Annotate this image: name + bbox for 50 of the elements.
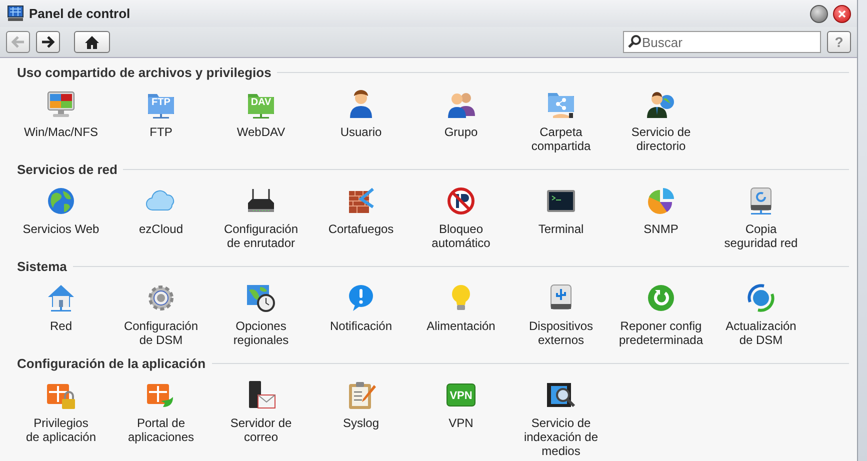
control-panel-item[interactable]: SNMP xyxy=(644,222,678,236)
reset-icon xyxy=(645,282,677,314)
search-icon xyxy=(628,35,641,48)
control-panel-item[interactable]: Opciones regionales xyxy=(233,319,289,347)
control-panel-item[interactable]: Alimentación xyxy=(426,319,496,333)
globe-icon xyxy=(45,185,77,217)
control-panel-item[interactable]: ezCloud xyxy=(138,222,184,236)
control-panel-item[interactable]: Terminal xyxy=(538,222,584,236)
section-heading: Uso compartido de archivos y privilegios xyxy=(17,64,272,80)
control-panel-item[interactable]: Cortafuegos xyxy=(328,222,394,236)
control-panel-item[interactable]: Copia seguridad red xyxy=(724,222,798,250)
control-panel-item[interactable]: Usuario xyxy=(340,125,382,139)
control-panel-item[interactable]: WebDAV xyxy=(236,125,286,139)
section-heading: Servicios de red xyxy=(17,162,118,176)
close-icon xyxy=(838,10,846,18)
control-panel-item[interactable]: Servicio de directorio xyxy=(631,125,691,153)
control-panel-item[interactable]: Configuración de enrutador xyxy=(224,222,298,250)
control-panel-item[interactable]: Dispositivos externos xyxy=(528,319,594,347)
control-panel-item[interactable]: VPN xyxy=(448,416,474,430)
window-title: Panel de control xyxy=(29,6,132,21)
control-panel-item[interactable]: Red xyxy=(50,319,72,333)
section-heading: Sistema xyxy=(17,258,67,274)
globe-update-icon xyxy=(745,282,777,314)
control-panel-item[interactable]: Grupo xyxy=(444,125,478,139)
section-heading: Configuración de la aplicación xyxy=(17,356,206,370)
control-panel-item[interactable]: Configuración de DSM xyxy=(124,319,198,347)
pie-chart-icon xyxy=(645,185,677,217)
forward-button[interactable] xyxy=(36,31,60,53)
left-arrow-icon xyxy=(11,36,25,48)
control-panel-item[interactable]: Actualización de DSM xyxy=(726,319,796,347)
control-panel-item[interactable]: Portal de aplicaciones xyxy=(128,416,194,444)
control-panel-item[interactable]: Privilegios de aplicación xyxy=(26,416,96,444)
control-panel-item[interactable]: Servidor de correo xyxy=(230,416,292,444)
control-panel-item[interactable]: FTP xyxy=(150,125,172,139)
control-panel-item[interactable]: Carpeta compartida xyxy=(531,125,591,153)
control-panel-item[interactable]: Bloqueo automático xyxy=(432,222,490,250)
close-button[interactable] xyxy=(833,4,851,22)
home-icon xyxy=(85,36,99,48)
control-panel-item[interactable]: Servicios Web xyxy=(22,222,100,236)
control-panel-icon xyxy=(7,5,24,22)
map-clock-icon xyxy=(245,282,277,314)
control-panel-item[interactable]: Servicio de indexación de medios xyxy=(524,416,598,458)
control-panel-item[interactable]: Syslog xyxy=(342,416,380,430)
control-panel-item[interactable]: Reponer config predeterminada xyxy=(618,319,704,347)
search-field[interactable]: Buscar xyxy=(623,31,821,53)
control-panel-item[interactable]: Notificación xyxy=(330,319,392,333)
home-button[interactable] xyxy=(74,31,110,53)
control-panel-item[interactable]: Win/Mac/NFS xyxy=(24,125,98,139)
minimize-button[interactable] xyxy=(810,4,828,22)
right-arrow-icon xyxy=(41,36,55,48)
